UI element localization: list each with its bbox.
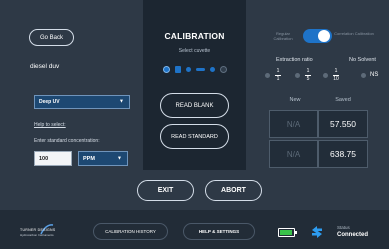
saved-value-2: 638.75 xyxy=(318,140,368,168)
extraction-ratio-label: Extraction ratio xyxy=(276,57,313,63)
cuvette-selector xyxy=(160,63,232,75)
help-to-select-link[interactable]: Help to select: xyxy=(34,122,66,128)
cuvette-option-5[interactable] xyxy=(210,67,215,72)
cuvette-option-6[interactable] xyxy=(220,66,227,73)
ratio-1: 11 xyxy=(275,68,281,82)
ratio-radio-1[interactable] xyxy=(265,73,270,78)
concentration-input[interactable]: 100 xyxy=(34,151,72,166)
status-value: Connected xyxy=(337,232,369,238)
calibration-history-button[interactable]: CALIBRATION HISTORY xyxy=(93,223,168,240)
channel-select[interactable]: Deep UV ▼ xyxy=(34,95,130,109)
logo-line-1: TURNER DESIGNS xyxy=(20,228,56,232)
cuvette-option-3[interactable] xyxy=(186,67,191,72)
abort-button[interactable]: ABORT xyxy=(205,180,262,201)
read-standard-label: READ STANDARD xyxy=(171,133,218,140)
saved-header: Saved xyxy=(335,97,351,103)
page-title: CALIBRATION xyxy=(164,31,225,41)
channel-select-value: Deep UV xyxy=(39,99,60,105)
abort-label: ABORT xyxy=(221,187,246,194)
chevron-down-icon: ▼ xyxy=(119,98,124,105)
calibration-screen: Go Back diesel duv Deep UV ▼ Help to sel… xyxy=(0,0,389,249)
cuvette-option-1[interactable] xyxy=(163,66,170,73)
ratio-3: 1 10 xyxy=(333,68,339,82)
help-settings-label: HELP & SETTINGS xyxy=(198,229,240,234)
ratio-radio-3[interactable] xyxy=(323,73,328,78)
read-blank-label: READ BLANK xyxy=(175,102,214,109)
new-value-2: N/A xyxy=(269,140,318,168)
cuvette-option-4[interactable] xyxy=(196,68,205,71)
no-solvent-radio[interactable] xyxy=(361,73,366,78)
method-name: diesel duv xyxy=(30,63,60,70)
chevron-down-icon: ▼ xyxy=(117,155,122,162)
go-back-label: Go Back xyxy=(39,34,63,41)
new-value-1: N/A xyxy=(269,110,318,138)
select-cuvette-label: Select cuvette xyxy=(178,48,211,54)
go-back-button[interactable]: Go Back xyxy=(29,29,74,46)
battery-icon xyxy=(278,228,297,237)
sync-icon xyxy=(312,226,322,238)
ratio-radio-2[interactable] xyxy=(295,73,300,78)
ns-label: NS xyxy=(370,72,379,78)
concentration-label: Enter standard concentration: xyxy=(34,138,100,144)
calibration-history-label: CALIBRATION HISTORY xyxy=(105,229,156,234)
logo-line-2: Hydrocarbon Instruments xyxy=(20,233,54,237)
cuvette-option-2[interactable] xyxy=(175,66,181,73)
turner-designs-logo: TURNER DESIGNS Hydrocarbon Instruments xyxy=(14,223,84,237)
toggle-knob xyxy=(318,30,330,42)
unit-select[interactable]: PPM ▼ xyxy=(78,151,128,166)
correlation-calibration-label: Correlation Calibration xyxy=(334,31,374,36)
regular-calibration-label: Regular Calibration xyxy=(273,31,293,41)
concentration-value: 100 xyxy=(39,155,49,162)
read-standard-button[interactable]: READ STANDARD xyxy=(160,124,229,149)
exit-button[interactable]: EXIT xyxy=(137,180,194,201)
exit-label: EXIT xyxy=(157,187,174,194)
read-blank-button[interactable]: READ BLANK xyxy=(160,93,229,118)
status-label: Status xyxy=(337,225,350,230)
new-header: New xyxy=(289,97,301,103)
help-settings-button[interactable]: HELP & SETTINGS xyxy=(183,223,255,240)
unit-select-value: PPM xyxy=(83,155,95,162)
ratio-2: 15 xyxy=(305,68,311,82)
no-solvent-label: No Solvent xyxy=(349,57,376,63)
saved-value-1: 57.550 xyxy=(318,110,368,138)
